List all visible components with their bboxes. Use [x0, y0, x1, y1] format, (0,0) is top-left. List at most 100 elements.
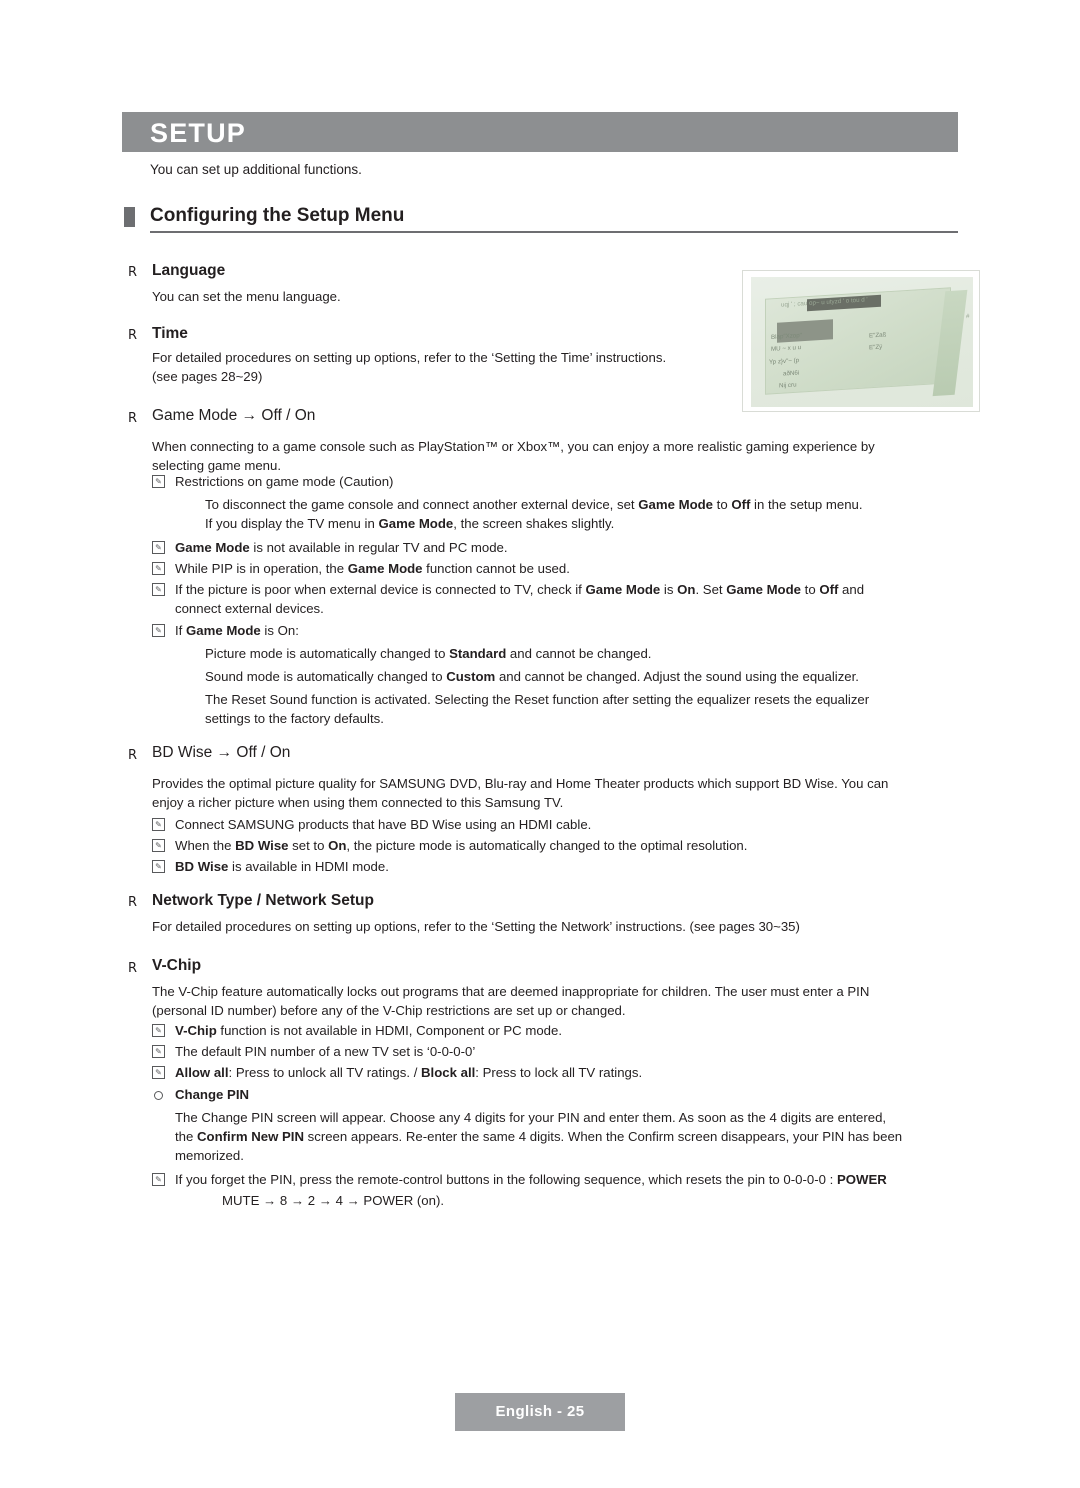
- gm-n4-e: . Set: [695, 582, 727, 597]
- vchip-note1: V-Chip function is not available in HDMI…: [175, 1022, 965, 1041]
- game-mode-note2: Game Mode is not available in regular TV…: [175, 539, 965, 558]
- vc-n3-d: : Press to lock all TV ratings.: [475, 1065, 643, 1080]
- gm-n5s1-a: Picture mode is automatically changed to: [205, 646, 450, 661]
- note-icon: ✎: [152, 562, 165, 575]
- gm-n1s1-e: in the setup menu.: [750, 497, 863, 512]
- game-mode-note1-sub2: If you display the TV menu in Game Mode,…: [205, 515, 965, 534]
- vc-n3-b: : Press to unlock all TV ratings. /: [228, 1065, 422, 1080]
- time-body-line2: (see pages 28~29): [152, 369, 263, 384]
- heading-game-mode: Game Mode → Off / On: [152, 407, 316, 424]
- heading-vchip: V-Chip: [152, 957, 202, 974]
- gm-n2-b: is not available in regular TV and PC mo…: [249, 540, 508, 555]
- note-icon: ✎: [152, 1066, 165, 1079]
- note-icon: ✎: [152, 839, 165, 852]
- bullet-bd-wise-icon: R: [128, 748, 138, 763]
- cp-l2-a: the: [175, 1129, 197, 1144]
- change-pin-line3: memorized.: [175, 1148, 244, 1163]
- vc-n3-a: Allow all: [175, 1065, 229, 1080]
- heading-time: Time: [152, 325, 188, 342]
- note-icon: ✎: [152, 860, 165, 873]
- page-title: SETUP: [150, 118, 247, 148]
- gm-n4-f: Game Mode: [726, 582, 801, 597]
- time-body-line1: For detailed procedures on setting up op…: [152, 350, 667, 365]
- note-icon: ✎: [152, 583, 165, 596]
- cp-l2-b: Confirm New PIN: [197, 1129, 304, 1144]
- language-body: You can set the menu language.: [152, 289, 341, 304]
- game-mode-note3: While PIP is in operation, the Game Mode…: [175, 560, 965, 579]
- gm-n5-c: is On:: [260, 623, 299, 638]
- vchip-note2: The default PIN number of a new TV set i…: [175, 1044, 476, 1059]
- footer-label: English - 25: [495, 1403, 585, 1420]
- vc-n4-b: POWER: [836, 1172, 887, 1187]
- gm-n5s2-c: and cannot be changed. Adjust the sound …: [495, 669, 859, 684]
- gm-n2-a: Game Mode: [175, 540, 250, 555]
- gm-n1s1-a: To disconnect the game console and conne…: [205, 497, 639, 512]
- sub-bullet-icon: [154, 1091, 163, 1100]
- note-icon: ✎: [152, 1024, 165, 1037]
- vc-n1-b: function is not available in HDMI, Compo…: [216, 1023, 563, 1038]
- gm-n3-c: function cannot be used.: [422, 561, 570, 576]
- gm-n5s1-b: Standard: [449, 646, 507, 661]
- gm-n1s2-a: If you display the TV menu in: [205, 516, 379, 531]
- vchip-note3: Allow all: Press to unlock all TV rating…: [175, 1064, 965, 1083]
- menu-screenshot-hash: #: [965, 312, 969, 321]
- gm-n5-b: Game Mode: [186, 623, 261, 638]
- menu-screenshot-text-line3: E"Zaß: [869, 331, 887, 340]
- gm-n4-a: If the picture is poor when external dev…: [175, 582, 586, 597]
- game-mode-note5: If Game Mode is On:: [175, 622, 965, 641]
- change-pin-line1: The Change PIN screen will appear. Choos…: [175, 1110, 887, 1125]
- vc-n3-c: Block all: [421, 1065, 476, 1080]
- note-icon: ✎: [152, 541, 165, 554]
- change-pin-heading: Change PIN: [175, 1087, 250, 1102]
- heading-language: Language: [152, 262, 226, 279]
- gm-n5-a: If: [175, 623, 186, 638]
- game-mode-note4-line2: connect external devices.: [175, 601, 324, 616]
- bw-n3-a: BD Wise: [175, 859, 229, 874]
- gm-n5s1-c: and cannot be changed.: [506, 646, 652, 661]
- bullet-vchip-icon: R: [128, 961, 138, 976]
- heading-network: Network Type / Network Setup: [152, 892, 374, 909]
- gm-n1s2-c: , the screen shakes slightly.: [453, 516, 615, 531]
- game-mode-note4: If the picture is poor when external dev…: [175, 581, 965, 600]
- game-mode-note1-sub1: To disconnect the game console and conne…: [205, 496, 965, 515]
- note-icon: ✎: [152, 624, 165, 637]
- note-icon: ✎: [152, 475, 165, 488]
- menu-screenshot-text-line5: E"Zÿ: [869, 343, 883, 352]
- bw-n2-c: set to: [288, 838, 329, 853]
- bd-wise-note1: Connect SAMSUNG products that have BD Wi…: [175, 817, 592, 832]
- bullet-time-icon: R: [128, 328, 138, 343]
- bw-n3-b: is available in HDMI mode.: [228, 859, 389, 874]
- bd-wise-body-line2: enjoy a richer picture when using them c…: [152, 795, 564, 810]
- menu-screenshot-text-line7: aðN6i: [783, 369, 800, 378]
- gm-n4-h: Off: [819, 582, 839, 597]
- vchip-note4-line2: MUTE → 8 → 2 → 4 → POWER (on).: [222, 1193, 445, 1208]
- header-subtitle: You can set up additional functions.: [150, 162, 362, 177]
- menu-screenshot: uqj ' ; cau op~ u utyzd ' o tou d ' Blap…: [742, 270, 980, 412]
- gm-n4-b: Game Mode: [585, 582, 661, 597]
- section-rule: [150, 231, 958, 233]
- note-icon: ✎: [152, 1045, 165, 1058]
- vc-n1-a: V-Chip: [175, 1023, 217, 1038]
- game-mode-note5-sub3-line1: The Reset Sound function is activated. S…: [205, 692, 870, 707]
- bw-n2-b: BD Wise: [235, 838, 289, 853]
- game-mode-note5-sub1: Picture mode is automatically changed to…: [205, 645, 965, 664]
- network-body: For detailed procedures on setting up op…: [152, 919, 800, 934]
- gm-n3-b: Game Mode: [347, 561, 423, 576]
- note-icon: ✎: [152, 818, 165, 831]
- bd-wise-note2: When the BD Wise set to On, the picture …: [175, 837, 965, 856]
- header-band: [122, 112, 958, 152]
- game-mode-body-line1: When connecting to a game console such a…: [152, 439, 875, 454]
- section-marker: [124, 207, 135, 227]
- game-mode-note5-sub2: Sound mode is automatically changed to C…: [205, 668, 965, 687]
- vchip-body-line2: (personal ID number) before any of the V…: [152, 1003, 626, 1018]
- section-title: Configuring the Setup Menu: [150, 205, 405, 226]
- menu-screenshot-text-line8: Nij cru: [779, 381, 797, 390]
- cp-l2-c: screen appears. Re-enter the same 4 digi…: [303, 1129, 903, 1144]
- gm-n4-c: is: [660, 582, 678, 597]
- menu-screenshot-inner: uqj ' ; cau op~ u utyzd ' o tou d ' Blap…: [751, 277, 973, 407]
- gm-n1s1-c: to: [713, 497, 732, 512]
- gm-n5s2-a: Sound mode is automatically changed to: [205, 669, 447, 684]
- vchip-body-line1: The V-Chip feature automatically locks o…: [152, 984, 870, 999]
- note-icon: ✎: [152, 1173, 165, 1186]
- gm-n4-g: to: [801, 582, 820, 597]
